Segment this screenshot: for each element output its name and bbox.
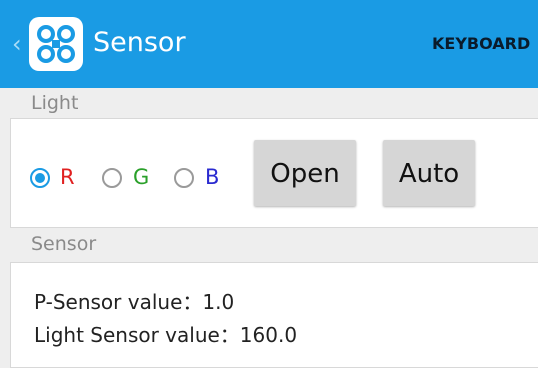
radio-b-label[interactable]: B <box>205 164 219 190</box>
keyboard-action[interactable]: KEYBOARD <box>432 33 530 55</box>
open-button[interactable]: Open <box>254 140 356 206</box>
sensor-section-header: Sensor <box>0 229 538 259</box>
app-title: Sensor <box>93 27 186 58</box>
sensor-section-title: Sensor <box>31 233 97 255</box>
radio-r[interactable] <box>30 168 50 188</box>
auto-button[interactable]: Auto <box>383 140 475 206</box>
light-sensor-value: Light Sensor value：160.0 <box>34 323 298 347</box>
app-bar: ‹ Sensor KEYBOARD <box>0 0 538 88</box>
radio-g-label[interactable]: G <box>133 164 149 190</box>
light-section-title: Light <box>31 92 79 114</box>
radio-r-label[interactable]: R <box>60 164 75 190</box>
light-card: R G B Open Auto <box>10 118 538 228</box>
radio-g[interactable] <box>102 168 122 188</box>
p-sensor-value: P-Sensor value：1.0 <box>34 290 235 314</box>
radio-b[interactable] <box>174 168 194 188</box>
app-logo-icon[interactable] <box>29 17 83 71</box>
sensor-card: P-Sensor value：1.0 Light Sensor value：16… <box>10 262 538 368</box>
chevron-left-icon[interactable]: ‹ <box>12 30 22 58</box>
light-section-header: Light <box>0 88 538 118</box>
